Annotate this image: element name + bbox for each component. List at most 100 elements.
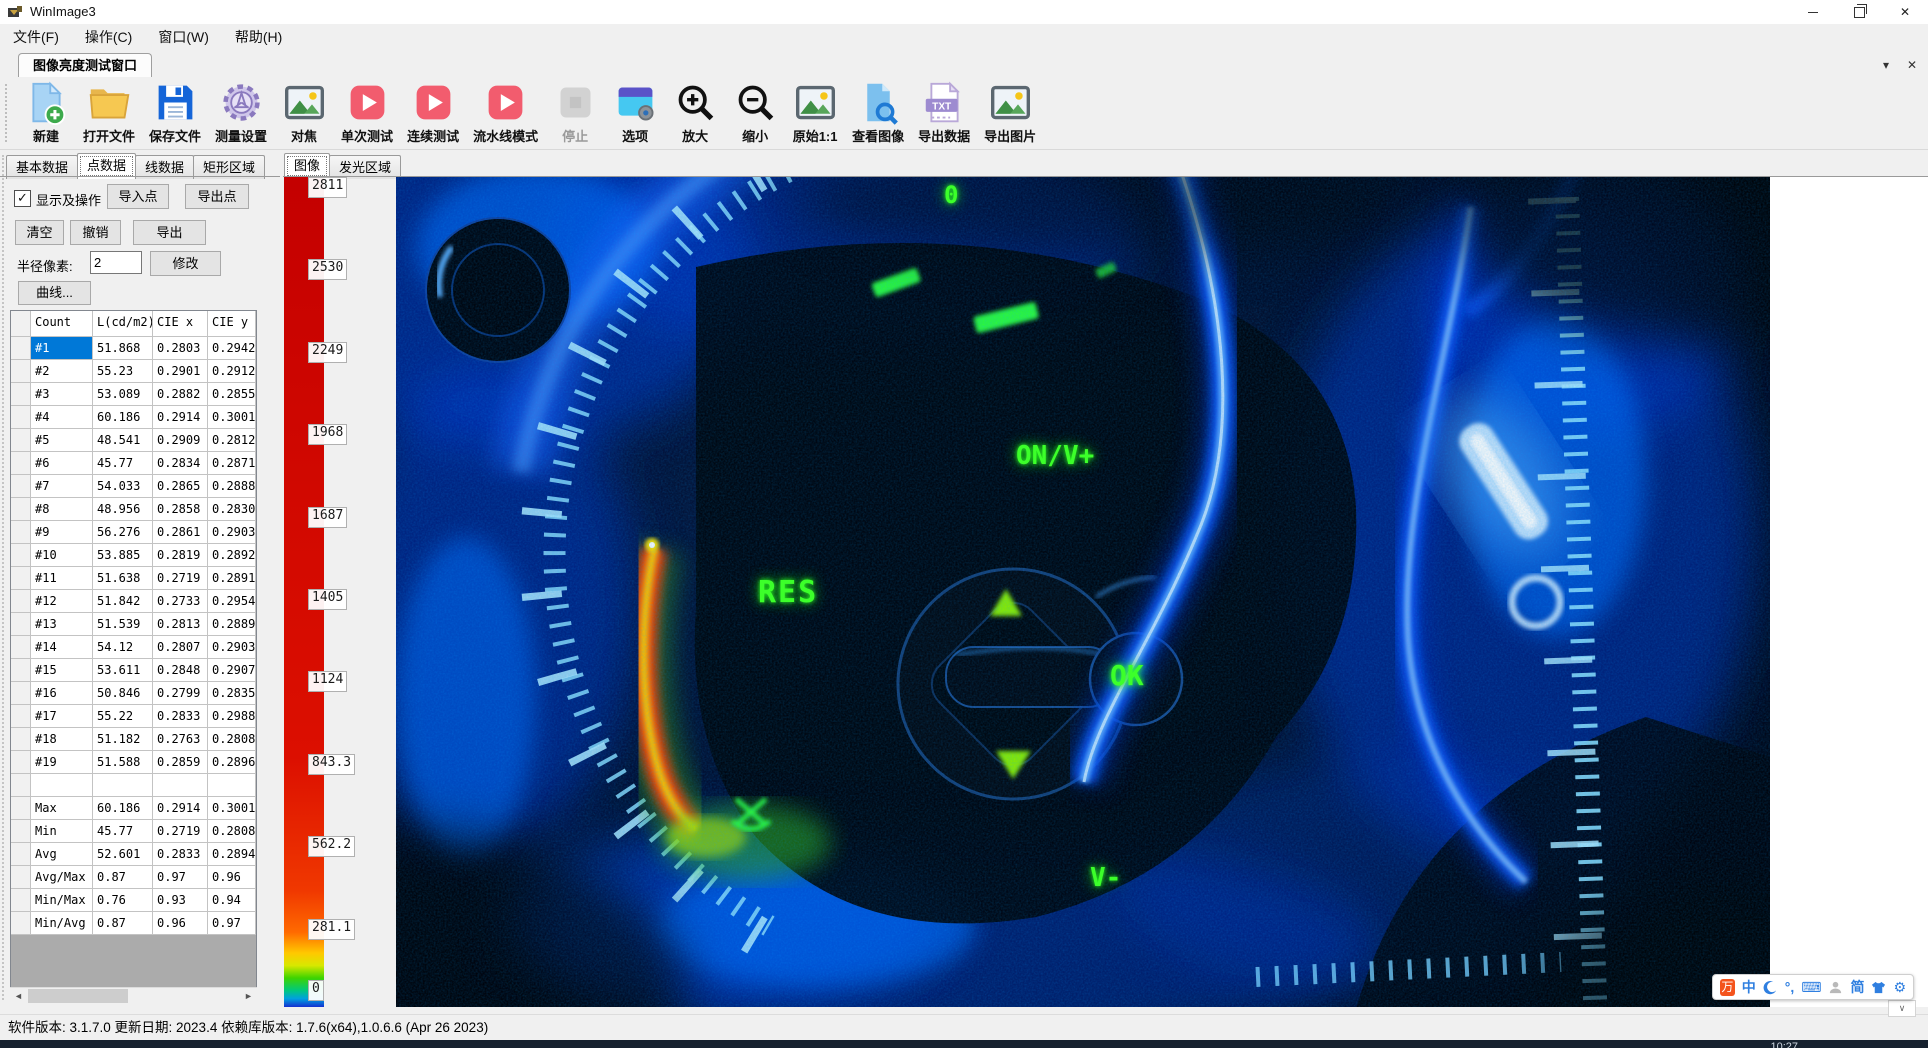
row-header-cell[interactable] [11, 544, 31, 567]
cell[interactable]: #9 [31, 521, 93, 544]
cell[interactable]: 0.2954 [208, 590, 256, 613]
toolbar-button[interactable]: 连续测试 [407, 80, 459, 145]
row-header-cell[interactable] [11, 912, 31, 935]
toolbar-button[interactable]: 原始1:1 [792, 80, 838, 145]
cell[interactable]: 0.2858 [153, 498, 208, 521]
row-header-cell[interactable] [11, 337, 31, 360]
cell[interactable]: #3 [31, 383, 93, 406]
row-header-cell[interactable] [11, 452, 31, 475]
table-row[interactable]: #548.5410.29090.2812 [11, 429, 256, 452]
cell[interactable]: 52.601 [93, 843, 153, 866]
cell[interactable]: 0.2813 [153, 613, 208, 636]
panel-splitter[interactable] [2, 155, 4, 1000]
cell[interactable]: 0.2719 [153, 820, 208, 843]
cell[interactable]: #2 [31, 360, 93, 383]
cell[interactable]: L(cd/m2) [93, 311, 153, 337]
toolbar-gripper[interactable] [5, 84, 12, 142]
table-row[interactable]: #848.9560.28580.2830 [11, 498, 256, 521]
import-points-button[interactable]: 导入点 [107, 184, 169, 209]
cell[interactable]: #12 [31, 590, 93, 613]
cell[interactable]: 0.2812 [208, 429, 256, 452]
wanneng-logo[interactable]: 万 [1720, 979, 1735, 996]
table-summary-row[interactable]: Avg/Max0.870.970.96 [11, 866, 256, 889]
toolbar-button[interactable]: 保存文件 [149, 80, 201, 145]
user-icon[interactable] [1828, 980, 1843, 995]
cell[interactable]: 51.539 [93, 613, 153, 636]
measurement-table[interactable]: CountL(cd/m2)CIE xCIE y#151.8680.28030.2… [10, 310, 257, 1005]
cell[interactable]: Count [31, 311, 93, 337]
close-button[interactable]: ✕ [1882, 0, 1928, 24]
row-header-cell[interactable] [11, 360, 31, 383]
table-summary-row[interactable]: Min45.770.27190.2808 [11, 820, 256, 843]
cell[interactable]: 55.23 [93, 360, 153, 383]
cell[interactable]: 0.2833 [153, 843, 208, 866]
table-row[interactable]: #353.0890.28820.2855 [11, 383, 256, 406]
cell[interactable]: 0.96 [153, 912, 208, 935]
cell[interactable]: 0.2888 [208, 475, 256, 498]
punctuation-mode[interactable]: °, [1785, 979, 1795, 995]
toolbar-button[interactable]: 放大 [672, 80, 718, 145]
settings-gear-icon[interactable]: ⚙ [1893, 979, 1906, 995]
toolbar-button[interactable]: 对焦 [281, 80, 327, 145]
cell[interactable]: 0.2859 [153, 751, 208, 774]
cell[interactable]: Min/Avg [31, 912, 93, 935]
cell[interactable]: 56.276 [93, 521, 153, 544]
cell[interactable] [93, 774, 153, 797]
cell[interactable]: 60.186 [93, 406, 153, 429]
cell[interactable]: 0.97 [208, 912, 256, 935]
table-row[interactable]: #645.770.28340.2871 [11, 452, 256, 475]
cell[interactable]: #15 [31, 659, 93, 682]
cell[interactable]: 0.3001 [208, 406, 256, 429]
cell[interactable] [31, 774, 93, 797]
row-header-cell[interactable] [11, 682, 31, 705]
cell[interactable]: 0.2889 [208, 613, 256, 636]
cell[interactable]: 0.2988 [208, 705, 256, 728]
cell[interactable]: 0.2865 [153, 475, 208, 498]
cell[interactable]: CIE y [208, 311, 256, 337]
toolbar-button[interactable]: TXT导出数据 [918, 80, 970, 145]
cell[interactable]: #1 [31, 337, 93, 360]
row-header-cell[interactable] [11, 406, 31, 429]
cell[interactable]: Avg [31, 843, 93, 866]
moon-icon[interactable] [1763, 980, 1778, 995]
cell[interactable]: 0.2833 [153, 705, 208, 728]
cell[interactable]: 0.2848 [153, 659, 208, 682]
cell[interactable]: 0.2830 [208, 498, 256, 521]
row-header-cell[interactable] [11, 498, 31, 521]
cell[interactable]: 0.2914 [153, 797, 208, 820]
cell[interactable]: 0.2808 [208, 728, 256, 751]
row-header-cell[interactable] [11, 705, 31, 728]
simplified-mode[interactable]: 简 [1850, 979, 1864, 995]
cell[interactable]: 0.2894 [208, 843, 256, 866]
cell[interactable]: 0.2882 [153, 383, 208, 406]
toolbar-button[interactable]: 选项 [612, 80, 658, 145]
display-operate-checkbox[interactable]: ✓ [14, 190, 31, 207]
row-header-cell[interactable] [11, 820, 31, 843]
toolbar-button[interactable]: 流水线模式 [473, 80, 538, 145]
table-summary-row[interactable]: Max60.1860.29140.3001 [11, 797, 256, 820]
cell[interactable]: 0.2719 [153, 567, 208, 590]
cell[interactable]: 0.93 [153, 889, 208, 912]
toolbar-button[interactable]: 导出图片 [984, 80, 1036, 145]
cell[interactable]: 55.22 [93, 705, 153, 728]
table-row[interactable]: #1454.120.28070.2903 [11, 636, 256, 659]
toolbar-button[interactable]: 查看图像 [852, 80, 904, 145]
table-summary-row[interactable]: Min/Max0.760.930.94 [11, 889, 256, 912]
cell[interactable]: #19 [31, 751, 93, 774]
table-horizontal-scrollbar[interactable]: ◄ ► [10, 987, 257, 1005]
row-header-cell[interactable] [11, 383, 31, 406]
table-row[interactable]: #151.8680.28030.2942 [11, 337, 256, 360]
thermal-image-view[interactable]: ON/V+ RES OK V- 0 [396, 177, 1770, 1007]
cell[interactable]: 0.2799 [153, 682, 208, 705]
cell[interactable]: 0.2819 [153, 544, 208, 567]
collapse-chevron-icon[interactable]: ∨ [1888, 1000, 1916, 1017]
cell[interactable]: 0.2912 [208, 360, 256, 383]
cell[interactable]: 0.87 [93, 866, 153, 889]
cell[interactable]: 45.77 [93, 820, 153, 843]
cell[interactable] [153, 774, 208, 797]
table-row[interactable]: #1650.8460.27990.2835 [11, 682, 256, 705]
menu-item[interactable]: 文件(F) [0, 24, 72, 50]
cell[interactable]: Min/Max [31, 889, 93, 912]
cell[interactable]: 0.2901 [153, 360, 208, 383]
cell[interactable]: 0.76 [93, 889, 153, 912]
